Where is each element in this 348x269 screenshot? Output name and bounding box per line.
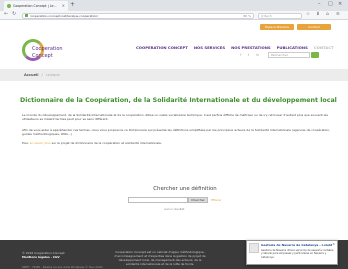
site-logo[interactable]: Cooperation Concept (22, 35, 63, 67)
logo-line2: Concept (32, 52, 53, 59)
contact-top-button[interactable]: Contact (297, 24, 331, 30)
definition-search-input[interactable] (128, 197, 188, 203)
popup-body: Gestoria de Navarra ofrece servicios de … (261, 249, 334, 259)
intro-paragraph: Le monde du développement, de la Solidar… (22, 113, 328, 122)
browser-search-placeholder: Q Rech (261, 13, 272, 18)
tab-close-icon[interactable]: × (62, 4, 65, 8)
bookmark-star-icon[interactable]: ☆ (306, 12, 310, 18)
definition-reset-link[interactable]: Effacer (211, 198, 222, 202)
url-text: cooperation-concept.net/lexique-cooperat… (29, 13, 99, 18)
tab-title: Cooperation Concept | Le... (13, 4, 57, 8)
definition-search-button[interactable]: Chercher (188, 197, 208, 203)
help-paragraph: Afin de vous aider à appréhender ces ter… (22, 128, 331, 137)
popup-thumbnail (249, 243, 259, 253)
download-icon[interactable]: ⬇ (316, 12, 320, 18)
url-input[interactable]: cooperation-concept.net/lexique-cooperat… (22, 12, 254, 19)
maximize-button[interactable]: □ (328, 2, 333, 7)
breadcrumb-home[interactable]: Accueil (24, 73, 39, 77)
popup-title: Gestoria de Navarra de Catalunya - I-vie… (261, 243, 333, 247)
minimize-button[interactable]: – (318, 2, 321, 7)
facebook-icon[interactable]: f (240, 53, 241, 57)
breadcrumb-current: Lexique (45, 73, 60, 77)
footer-description: Cooperation Concept est un cabinet d'app… (114, 250, 206, 266)
nav-cooperation-concept[interactable]: COOPERATION CONCEPT (136, 45, 188, 50)
more-info-link[interactable]: en savoir plus (30, 141, 51, 145)
main-navigation: COOPERATION CONCEPT NOS SERVICES NOS PRE… (136, 45, 334, 50)
popup-close-icon[interactable]: × (332, 242, 335, 246)
nav-services[interactable]: NOS SERVICES (194, 45, 225, 50)
address-bar-row: ← ↻ cooperation-concept.net/lexique-coop… (0, 11, 348, 20)
lock-icon (25, 14, 28, 17)
site-search-input[interactable]: Rechercher (268, 52, 310, 58)
breadcrumb: Accueil / Lexique (0, 69, 348, 81)
no-results-text: Aucun résultat (164, 207, 185, 211)
nav-prestations[interactable]: NOS PRESTATIONS (231, 45, 271, 50)
more-info-prefix: Pour (22, 141, 29, 145)
linkedin-icon[interactable]: in (256, 53, 259, 57)
browser-tab[interactable]: Cooperation Concept | Le... × (4, 1, 68, 11)
definition-search-title: Chercher une définition (153, 186, 217, 192)
twitter-icon[interactable]: t (248, 53, 249, 57)
more-info-paragraph: Pour en savoir plus sur le projet de dic… (22, 141, 332, 145)
more-info-suffix: sur le projet de dictionnaire de la coop… (51, 141, 162, 145)
reload-icon[interactable]: ↻ (12, 12, 16, 17)
home-icon[interactable]: ⌂ (326, 12, 329, 18)
site-search-button[interactable] (311, 52, 319, 58)
site-search-placeholder: Rechercher (271, 53, 288, 57)
zoom-level[interactable]: 80 % (243, 14, 251, 18)
notification-popup[interactable]: Gestoria de Navarra de Catalunya - I-vie… (246, 240, 338, 265)
new-tab-button[interactable]: + (70, 2, 75, 8)
back-icon[interactable]: ← (4, 12, 8, 17)
menu-icon[interactable]: ≡ (336, 12, 340, 18)
browser-tab-bar: Cooperation Concept | Le... × + – □ × (0, 0, 348, 11)
nav-publications[interactable]: PUBLICATIONS (277, 45, 308, 50)
nav-contact[interactable]: CONTACT (314, 45, 334, 50)
logo-line1: Cooperation (32, 46, 63, 52)
page-title: Dictionnaire de la Coopération, de la So… (20, 97, 337, 104)
close-window-button[interactable]: × (338, 2, 342, 7)
browser-search-input[interactable]: Q Rech (258, 12, 302, 19)
footer-legal-link[interactable]: Mentions légales - CGV (22, 255, 60, 259)
breadcrumb-separator: / (41, 73, 43, 77)
favicon-icon (7, 4, 11, 8)
member-area-button[interactable]: Espace Membre (260, 24, 294, 30)
